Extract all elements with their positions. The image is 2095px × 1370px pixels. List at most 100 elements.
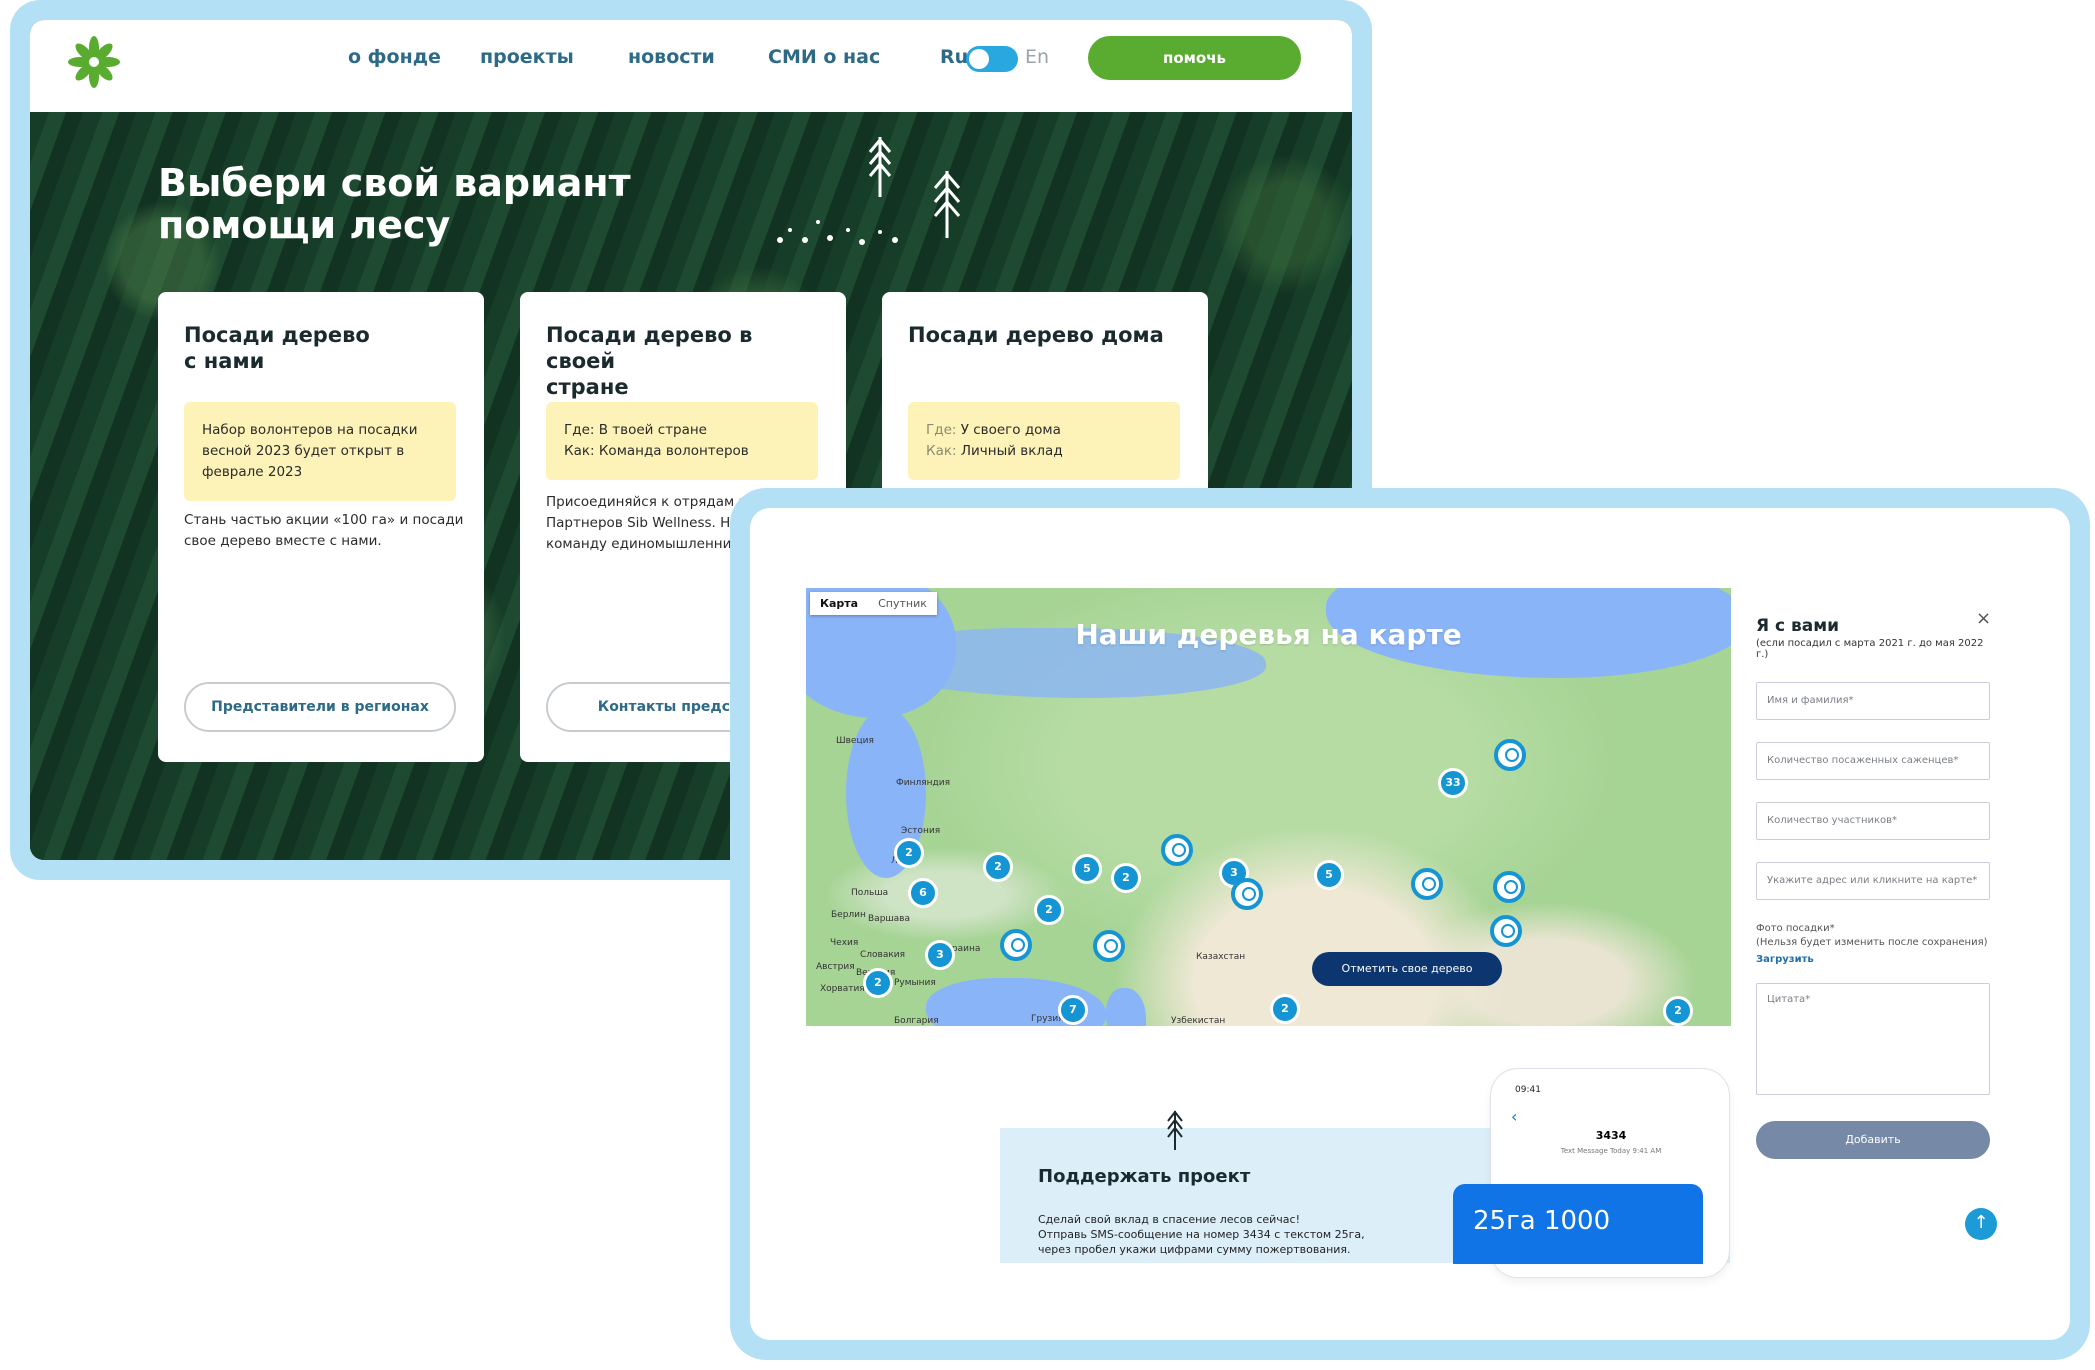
city-label: Польша xyxy=(851,888,889,898)
map-cluster-pin[interactable]: 2 xyxy=(1663,996,1693,1026)
note-line2: Как: Команда волонтеров xyxy=(564,443,749,459)
phone-number: 3434 xyxy=(1595,1129,1627,1142)
note-key: Где: xyxy=(926,422,957,438)
nav-news[interactable]: новости xyxy=(628,46,715,68)
card-title-line2: стране xyxy=(546,375,629,399)
city-label: Чехия xyxy=(830,938,859,948)
city-label: Казахстан xyxy=(1196,952,1246,962)
photo-label-line2: (Нельзя будет изменить после сохранения) xyxy=(1756,937,1988,948)
card-title-line1: Посади дерево в своей xyxy=(546,323,753,373)
add-button[interactable]: Добавить xyxy=(1756,1121,1990,1159)
card-text: Стань частью акции «100 га» и посади сво… xyxy=(184,512,464,549)
nav-projects[interactable]: проекты xyxy=(480,46,574,68)
support-text: Сделай свой вклад в спасение лесов сейча… xyxy=(1038,1212,1398,1257)
map-tree-pin[interactable] xyxy=(1493,871,1525,903)
map-cluster-pin[interactable]: 2 xyxy=(1270,994,1300,1024)
map-cluster-pin[interactable]: 7 xyxy=(1058,995,1088,1025)
tab-map[interactable]: Карта xyxy=(810,592,868,615)
lang-en-label[interactable]: En xyxy=(1025,46,1049,68)
support-line1: Сделай свой вклад в спасение лесов сейча… xyxy=(1038,1213,1300,1226)
city-label: Австрия xyxy=(816,962,855,972)
city-label: Узбекистан xyxy=(1171,1016,1226,1026)
tree-icon xyxy=(933,171,961,238)
toggle-knob xyxy=(969,49,989,69)
dots-decoration xyxy=(777,220,898,245)
name-field[interactable]: Имя и фамилия* xyxy=(1756,682,1990,720)
map-tree-pin[interactable] xyxy=(1161,834,1193,866)
address-field[interactable]: Укажите адрес или кликните на карте* xyxy=(1756,862,1990,900)
support-line2: Отправь SMS-сообщение на номер 3434 с те… xyxy=(1038,1228,1365,1241)
phone-time: 09:41 xyxy=(1515,1085,1541,1095)
support-title: Поддержать проект xyxy=(1038,1166,1251,1187)
city-label: Финляндия xyxy=(896,778,951,788)
seedlings-field[interactable]: Количество посаженных саженцев* xyxy=(1756,742,1990,780)
mark-tree-button[interactable]: Отметить свое дерево xyxy=(1312,952,1502,986)
card-title: Посади дерево в своей стране xyxy=(546,322,826,400)
quote-textarea[interactable]: Цитата* xyxy=(1756,983,1990,1095)
note-value: У своего дома xyxy=(960,422,1061,438)
screen2-site: Карта Спутник Наши деревья на карте Швец… xyxy=(750,508,2070,1340)
map-cluster-pin[interactable]: 2 xyxy=(894,838,924,868)
tree-icon xyxy=(1167,1110,1183,1150)
photo-label-line1: Фото посадки* xyxy=(1756,923,1835,934)
map-tree-pin[interactable] xyxy=(1490,915,1522,947)
map-cluster-pin[interactable]: 2 xyxy=(1034,895,1064,925)
card-title: Посади дерево с нами xyxy=(184,322,464,374)
map-cluster-pin[interactable]: 5 xyxy=(1072,854,1102,884)
map-tree-pin[interactable] xyxy=(1494,739,1526,771)
map-tree-pin[interactable] xyxy=(1093,930,1125,962)
join-form: Я с вами (если посадил с марта 2021 г. д… xyxy=(1756,588,1996,1159)
map-cluster-pin[interactable]: 33 xyxy=(1438,768,1468,798)
tree-icon xyxy=(868,137,892,197)
note-line2: Как: Личный вклад xyxy=(926,441,1162,462)
note-line1: Где: В твоей стране xyxy=(564,422,707,438)
nav-media[interactable]: СМИ о нас xyxy=(768,46,880,68)
map-cluster-pin[interactable]: 2 xyxy=(1111,863,1141,893)
hero-title: Выбери свой вариант помощи лесу xyxy=(158,162,678,246)
map-cluster-pin[interactable]: 2 xyxy=(863,968,893,998)
city-label: Эстония xyxy=(901,826,941,836)
regional-reps-button[interactable]: Представители в регионах xyxy=(184,682,456,732)
hero-title-line1: Выбери свой вариант xyxy=(158,161,631,205)
lang-ru-label[interactable]: Ru xyxy=(940,46,968,68)
map-type-tabs: Карта Спутник xyxy=(810,592,937,615)
top-navigation: о фонде проекты новости СМИ о нас Ru En … xyxy=(30,20,1352,112)
map[interactable]: Карта Спутник Наши деревья на карте Швец… xyxy=(806,588,1731,1026)
note-key: Как: xyxy=(926,443,957,459)
form-title: Я с вами xyxy=(1756,616,1840,636)
city-label: Словакия xyxy=(860,950,906,960)
map-cluster-pin[interactable]: 6 xyxy=(908,878,938,908)
map-tree-pin[interactable] xyxy=(1411,868,1443,900)
support-line3: через пробел укажи цифрами сумму пожертв… xyxy=(1038,1243,1351,1256)
map-cluster-pin[interactable]: 2 xyxy=(983,852,1013,882)
card-title-line2: с нами xyxy=(184,349,265,373)
form-subtitle: (если посадил с марта 2021 г. до мая 202… xyxy=(1756,638,1984,660)
map-cluster-pin[interactable]: 5 xyxy=(1314,860,1344,890)
hero-title-line2: помощи лесу xyxy=(158,203,451,247)
map-tree-pin[interactable] xyxy=(1231,878,1263,910)
photo-label: Фото посадки* (Нельзя будет изменить посл… xyxy=(1756,922,1996,950)
sms-bubble: 25га 1000 xyxy=(1453,1184,1703,1264)
upload-link[interactable]: Загрузить xyxy=(1756,954,1996,965)
tab-satellite[interactable]: Спутник xyxy=(868,592,937,615)
back-arrow-icon: ‹ xyxy=(1511,1107,1518,1126)
logo-icon[interactable] xyxy=(66,34,122,90)
up-arrow-icon[interactable]: ↑ xyxy=(1965,1208,1997,1240)
phone-subtitle: Text Message Today 9:41 AM xyxy=(1560,1147,1662,1155)
caspian-sea xyxy=(1106,988,1146,1026)
help-button[interactable]: помочь xyxy=(1088,36,1301,80)
map-tree-pin[interactable] xyxy=(1000,929,1032,961)
language-toggle[interactable] xyxy=(966,46,1018,72)
city-label: Хорватия xyxy=(820,984,865,994)
card-title-line1: Посади дерево xyxy=(184,323,370,347)
card-title: Посади дерево дома xyxy=(908,323,1164,347)
card-note: Набор волонтеров на посадки весной 2023 … xyxy=(184,402,456,501)
note-line1: Где: У своего дома xyxy=(926,420,1162,441)
city-label: Румыния xyxy=(894,978,936,988)
note-value: Личный вклад xyxy=(960,443,1063,459)
card-plant-with-us: Посади дерево с нами Набор волонтеров на … xyxy=(158,292,484,762)
map-cluster-pin[interactable]: 3 xyxy=(925,940,955,970)
participants-field[interactable]: Количество участников* xyxy=(1756,802,1990,840)
card-note: Где: В твоей стране Как: Команда волонтер… xyxy=(546,402,818,480)
nav-about[interactable]: о фонде xyxy=(348,46,441,68)
